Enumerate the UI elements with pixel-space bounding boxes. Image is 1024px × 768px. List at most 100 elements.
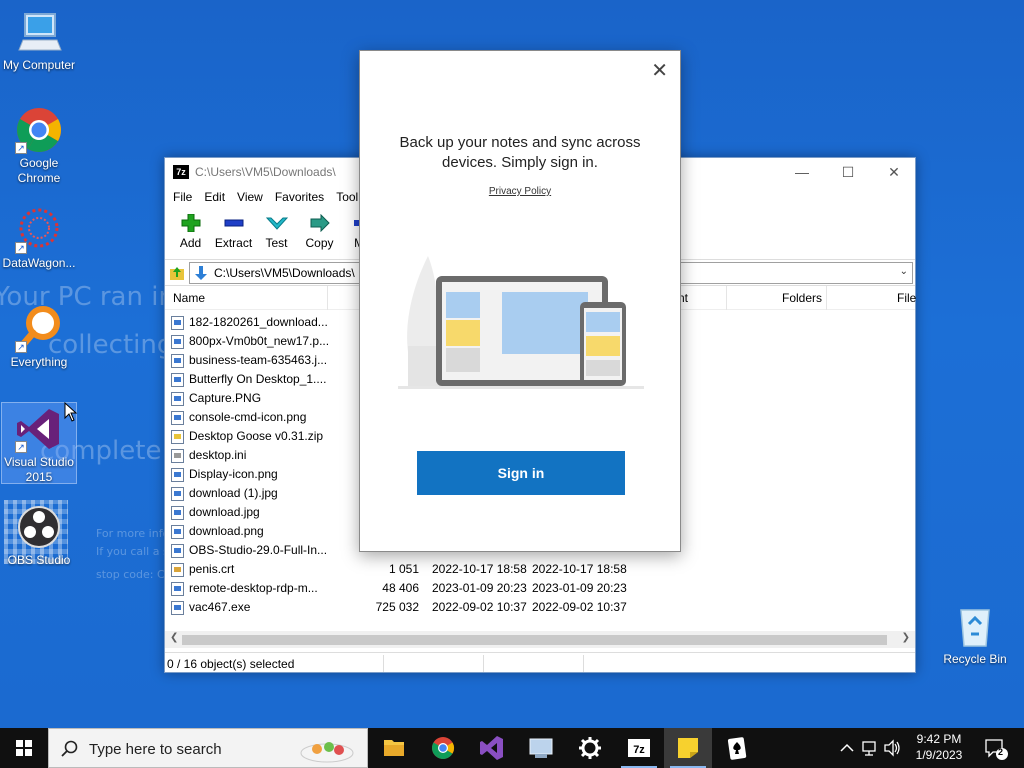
desktop-icon-datawagon[interactable]: ↗ DataWagon... <box>0 206 78 271</box>
desktop-icon-chrome[interactable]: ↗ Google Chrome <box>0 106 78 186</box>
signin-dialog: ✕ Back up your notes and sync across dev… <box>359 50 681 552</box>
extract-button[interactable]: Extract <box>212 208 255 250</box>
action-center-button[interactable]: 2 <box>980 728 1010 768</box>
taskbar-clock[interactable]: 9:42 PM 1/9/2023 <box>900 731 978 763</box>
plus-icon <box>180 213 202 233</box>
column-name[interactable]: Name <box>173 291 205 305</box>
file-name: remote-desktop-rdp-m... <box>189 581 318 595</box>
sevenzip-icon: 7z <box>628 739 650 757</box>
column-divider[interactable] <box>726 286 727 310</box>
file-row[interactable]: penis.crt 1 051 2022-10-17 18:58 2022-10-17… <box>165 560 915 579</box>
volume-button[interactable] <box>882 728 902 768</box>
status-bar: 0 / 16 object(s) selected <box>165 652 915 673</box>
desktop-icon-obs[interactable]: OBS Studio <box>0 503 78 568</box>
file-name: console-cmd-icon.png <box>189 410 307 424</box>
taskbar-7zip[interactable]: 7z <box>615 728 663 768</box>
signin-button[interactable]: Sign in <box>417 451 625 495</box>
close-icon[interactable]: ✕ <box>651 61 668 81</box>
visual-studio-icon: ↗ <box>15 405 63 453</box>
taskbar-visual-studio[interactable] <box>468 728 516 768</box>
minimize-button[interactable]: — <box>779 158 825 186</box>
scroll-left-icon[interactable]: ❮ <box>170 632 178 643</box>
notification-count: 2 <box>998 747 1004 757</box>
copy-button[interactable]: Copy <box>298 208 341 250</box>
file-icon <box>171 316 184 330</box>
privacy-policy-link[interactable]: Privacy Policy <box>360 186 680 197</box>
extract-label: Extract <box>214 236 253 250</box>
desktop: Your PC ran into collecting s complete F… <box>0 0 1024 728</box>
file-icon <box>171 449 184 463</box>
column-divider[interactable] <box>327 286 328 310</box>
file-row[interactable]: remote-desktop-rdp-m... 48 406 2023-01-09 … <box>165 579 915 598</box>
search-box[interactable]: Type here to search <box>48 728 368 768</box>
address-path: C:\Users\VM5\Downloads\ <box>214 265 355 280</box>
svg-text:7z: 7z <box>633 744 645 756</box>
clock-date: 1/9/2023 <box>915 748 963 762</box>
taskbar-network-app[interactable] <box>517 728 565 768</box>
add-button[interactable]: Add <box>169 208 212 250</box>
file-name: 800px-Vm0b0t_new17.p... <box>189 334 330 348</box>
file-icon <box>171 373 184 387</box>
copy-label: Copy <box>305 236 334 250</box>
close-button[interactable]: ✕ <box>871 158 917 186</box>
start-button[interactable] <box>0 728 48 768</box>
file-row[interactable]: vac467.exe 725 032 2022-09-02 10:37 2022-09… <box>165 598 915 617</box>
chrome-icon <box>432 737 454 759</box>
file-name: download (1).jpg <box>189 486 278 500</box>
chevron-down-icon[interactable]: ⌄ <box>900 266 908 277</box>
column-divider[interactable] <box>826 286 827 310</box>
file-created: 2022-10-17 18:58 <box>532 562 627 576</box>
show-hidden-icons-button[interactable] <box>838 728 856 768</box>
file-icon <box>171 601 184 615</box>
file-icon <box>171 487 184 501</box>
shortcut-arrow-icon: ↗ <box>15 142 27 154</box>
menu-edit[interactable]: Edit <box>198 190 231 204</box>
desktop-icon-label: Recycle Bin <box>943 652 1007 666</box>
shortcut-arrow-icon: ↗ <box>15 242 27 254</box>
taskbar-sticky-notes[interactable] <box>664 728 712 768</box>
file-icon <box>171 430 184 444</box>
arrow-right-icon <box>309 213 331 233</box>
menu-file[interactable]: File <box>167 190 198 204</box>
file-size: 1 051 <box>388 562 419 576</box>
desktop-icon-label: Visual Studio 2015 <box>4 455 74 484</box>
maximize-button[interactable]: ☐ <box>825 158 871 186</box>
search-icon <box>61 740 78 757</box>
cards-icon <box>727 737 747 760</box>
magnifier-icon: ↗ <box>15 305 63 353</box>
desktop-icon-recycle-bin[interactable]: Recycle Bin <box>936 602 1014 667</box>
file-modified: 2022-09-02 10:37 <box>432 600 527 614</box>
file-icon <box>171 582 184 596</box>
scroll-right-icon[interactable]: ❯ <box>902 632 910 643</box>
desktop-icon-my-computer[interactable]: My Computer <box>0 8 78 73</box>
file-created: 2023-01-09 20:23 <box>532 581 627 595</box>
datawagon-icon: ↗ <box>15 206 63 254</box>
menu-view[interactable]: View <box>231 190 269 204</box>
column-files[interactable]: File <box>897 291 916 305</box>
network-icon <box>529 738 553 758</box>
add-label: Add <box>179 236 202 250</box>
taskbar-chrome[interactable] <box>419 728 467 768</box>
file-icon <box>171 354 184 368</box>
taskbar-file-explorer[interactable] <box>370 728 418 768</box>
menu-favorites[interactable]: Favorites <box>269 190 330 204</box>
column-folders[interactable]: Folders <box>782 291 822 305</box>
folder-up-icon[interactable] <box>169 265 185 281</box>
taskbar-solitaire[interactable] <box>713 728 761 768</box>
file-name: Desktop Goose v0.31.zip <box>189 429 324 443</box>
folder-icon <box>384 740 404 756</box>
network-status-button[interactable] <box>860 728 880 768</box>
wallpaper-text: If you call a s <box>96 545 169 558</box>
scrollbar-thumb[interactable] <box>182 635 887 645</box>
file-name: business-team-635463.j... <box>189 353 328 367</box>
taskbar-settings[interactable] <box>566 728 614 768</box>
chevron-up-icon <box>840 743 854 752</box>
horizontal-scrollbar[interactable]: ❮ ❯ <box>165 631 915 648</box>
file-size: 48 406 <box>382 581 419 595</box>
file-icon <box>171 544 184 558</box>
desktop-icon-everything[interactable]: ↗ Everything <box>0 305 78 370</box>
window-title: C:\Users\VM5\Downloads\ <box>195 165 336 179</box>
file-icon <box>171 525 184 539</box>
mouse-cursor-icon <box>64 402 78 422</box>
test-button[interactable]: Test <box>255 208 298 250</box>
